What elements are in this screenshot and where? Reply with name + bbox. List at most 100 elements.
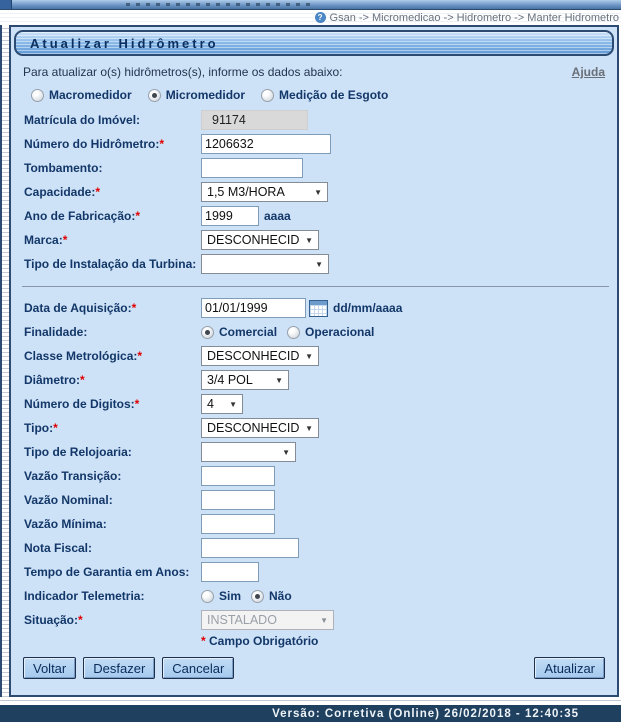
radio-sim[interactable] xyxy=(201,590,214,603)
dropdown-arrow-icon: ▼ xyxy=(305,352,313,361)
calendar-icon[interactable] xyxy=(309,300,328,317)
tombamento-label: Tombamento: xyxy=(24,161,201,175)
field-row-tipo-relojoaria: Tipo de Relojoaria: ▼ xyxy=(11,440,617,464)
vazao-minima-input[interactable] xyxy=(201,514,275,534)
help-icon[interactable]: ? xyxy=(315,12,326,23)
radio-comercial[interactable] xyxy=(201,326,214,339)
radio-nao-label: Não xyxy=(269,589,292,603)
tipo-relojoaria-label: Tipo de Relojoaria: xyxy=(24,445,201,459)
radio-micromedidor[interactable] xyxy=(148,89,161,102)
vazao-transicao-label: Vazão Transição: xyxy=(24,469,201,483)
toolbar-dashes xyxy=(126,3,316,6)
diametro-label: Diâmetro:* xyxy=(24,373,201,387)
vazao-nominal-input[interactable] xyxy=(201,490,275,510)
numero-hidrometro-label: Número do Hidrômetro:* xyxy=(24,137,201,151)
breadcrumb: Gsan -> Micromedicao -> Hidrometro -> Ma… xyxy=(330,12,619,24)
numero-digitos-label: Número de Digitos:* xyxy=(24,397,201,411)
marca-label: Marca:* xyxy=(24,233,201,247)
dropdown-arrow-icon: ▼ xyxy=(314,188,322,197)
field-row-data-aquisicao: Data de Aquisição:* dd/mm/aaaa xyxy=(11,296,617,320)
data-aquisicao-input[interactable] xyxy=(201,298,306,318)
classe-metrologica-label: Classe Metrológica:* xyxy=(24,349,201,363)
required-note: * Campo Obrigatório xyxy=(11,634,617,648)
classe-metrologica-select[interactable]: DESCONHECIDA ▼ xyxy=(201,346,319,366)
tombamento-input[interactable] xyxy=(201,158,303,178)
cancelar-button[interactable]: Cancelar xyxy=(162,657,234,679)
button-row: Voltar Desfazer Cancelar Atualizar xyxy=(11,657,617,679)
tipo-instalacao-turbina-label: Tipo de Instalação da Turbina: xyxy=(24,257,201,271)
ano-fabricacao-input[interactable] xyxy=(201,206,259,226)
field-row-tempo-garantia: Tempo de Garantia em Anos: xyxy=(11,560,617,584)
field-row-diametro: Diâmetro:* 3/4 POL ▼ xyxy=(11,368,617,392)
vazao-nominal-label: Vazão Nominal: xyxy=(24,493,201,507)
section-divider xyxy=(22,286,609,287)
situacao-label: Situação:* xyxy=(24,613,201,627)
ano-format-hint: aaaa xyxy=(264,209,291,223)
left-decorative-rail xyxy=(0,25,11,697)
tempo-garantia-input[interactable] xyxy=(201,562,259,582)
situacao-select: INSTALADO ▼ xyxy=(201,610,334,630)
marca-select[interactable]: DESCONHECIDO ▼ xyxy=(201,230,319,250)
field-row-finalidade: Finalidade: Comercial Operacional xyxy=(11,320,617,344)
dropdown-arrow-icon: ▼ xyxy=(275,376,283,385)
field-row-vazao-nominal: Vazão Nominal: xyxy=(11,488,617,512)
page-title: Atualizar Hidrômetro xyxy=(14,30,614,56)
tipo-label: Tipo:* xyxy=(24,421,201,435)
panel-column: Atualizar Hidrômetro Para atualizar o(s)… xyxy=(11,25,621,697)
voltar-button[interactable]: Voltar xyxy=(23,657,76,679)
tipo-instalacao-turbina-select[interactable]: ▼ xyxy=(201,254,329,274)
dropdown-arrow-icon: ▼ xyxy=(305,424,313,433)
tipo-relojoaria-select[interactable]: ▼ xyxy=(201,442,296,462)
capacidade-select[interactable]: 1,5 M3/HORA ▼ xyxy=(201,182,328,202)
field-row-numero-digitos: Número de Digitos:* 4 ▼ xyxy=(11,392,617,416)
diametro-select[interactable]: 3/4 POL ▼ xyxy=(201,370,289,390)
tempo-garantia-label: Tempo de Garantia em Anos: xyxy=(24,565,201,579)
matricula-label: Matrícula do Imóvel: xyxy=(24,113,201,127)
field-row-classe-metrologica: Classe Metrológica:* DESCONHECIDA ▼ xyxy=(11,344,617,368)
meter-type-radio-group: Macromedidor Micromedidor Medição de Esg… xyxy=(11,82,617,108)
nota-fiscal-label: Nota Fiscal: xyxy=(24,541,201,555)
finalidade-label: Finalidade: xyxy=(24,325,201,339)
field-row-situacao: Situação:* INSTALADO ▼ xyxy=(11,608,617,632)
field-row-tombamento: Tombamento: xyxy=(11,156,617,180)
data-format-hint: dd/mm/aaaa xyxy=(333,301,402,315)
help-link[interactable]: Ajuda xyxy=(572,65,605,79)
vazao-minima-label: Vazão Mínima: xyxy=(24,517,201,531)
dropdown-arrow-icon: ▼ xyxy=(320,616,328,625)
radio-medicao-esgoto[interactable] xyxy=(261,89,274,102)
radio-operacional-label: Operacional xyxy=(305,325,374,339)
dropdown-arrow-icon: ▼ xyxy=(305,236,313,245)
field-row-indicador-telemetria: Indicador Telemetria: Sim Não xyxy=(11,584,617,608)
version-text: Versão: Corretiva (Online) 26/02/2018 - … xyxy=(272,708,579,720)
numero-digitos-select[interactable]: 4 ▼ xyxy=(201,394,243,414)
field-row-ano-fabricacao: Ano de Fabricação:* aaaa xyxy=(11,204,617,228)
radio-macromedidor-label: Macromedidor xyxy=(49,88,132,102)
atualizar-button[interactable]: Atualizar xyxy=(534,657,605,679)
page-title-text: Atualizar Hidrômetro xyxy=(30,36,219,51)
field-row-tipo: Tipo:* DESCONHECIDO ▼ xyxy=(11,416,617,440)
dropdown-arrow-icon: ▼ xyxy=(315,260,323,269)
numero-hidrometro-input[interactable] xyxy=(201,134,331,154)
field-row-nota-fiscal: Nota Fiscal: xyxy=(11,536,617,560)
toolbar-left-block xyxy=(0,0,12,9)
vazao-transicao-input[interactable] xyxy=(201,466,275,486)
top-toolbar xyxy=(0,0,621,10)
tipo-select[interactable]: DESCONHECIDO ▼ xyxy=(201,418,319,438)
indicador-telemetria-label: Indicador Telemetria: xyxy=(24,589,201,603)
field-row-capacidade: Capacidade:* 1,5 M3/HORA ▼ xyxy=(11,180,617,204)
radio-micromedidor-label: Micromedidor xyxy=(166,88,245,102)
left-buttons: Voltar Desfazer Cancelar xyxy=(23,657,234,679)
main-panel: Atualizar Hidrômetro Para atualizar o(s)… xyxy=(11,25,619,697)
field-row-vazao-minima: Vazão Mínima: xyxy=(11,512,617,536)
radio-nao[interactable] xyxy=(251,590,264,603)
radio-macromedidor[interactable] xyxy=(31,89,44,102)
radio-sim-label: Sim xyxy=(219,589,241,603)
breadcrumb-bar: ? Gsan -> Micromedicao -> Hidrometro -> … xyxy=(0,10,621,25)
matricula-imovel-input xyxy=(201,110,308,130)
capacidade-label: Capacidade:* xyxy=(24,185,201,199)
intro-row: Para atualizar o(s) hidrômetros(s), info… xyxy=(11,60,617,82)
nota-fiscal-input[interactable] xyxy=(201,538,299,558)
desfazer-button[interactable]: Desfazer xyxy=(83,657,155,679)
radio-operacional[interactable] xyxy=(287,326,300,339)
field-row-numero-hidrometro: Número do Hidrômetro:* xyxy=(11,132,617,156)
